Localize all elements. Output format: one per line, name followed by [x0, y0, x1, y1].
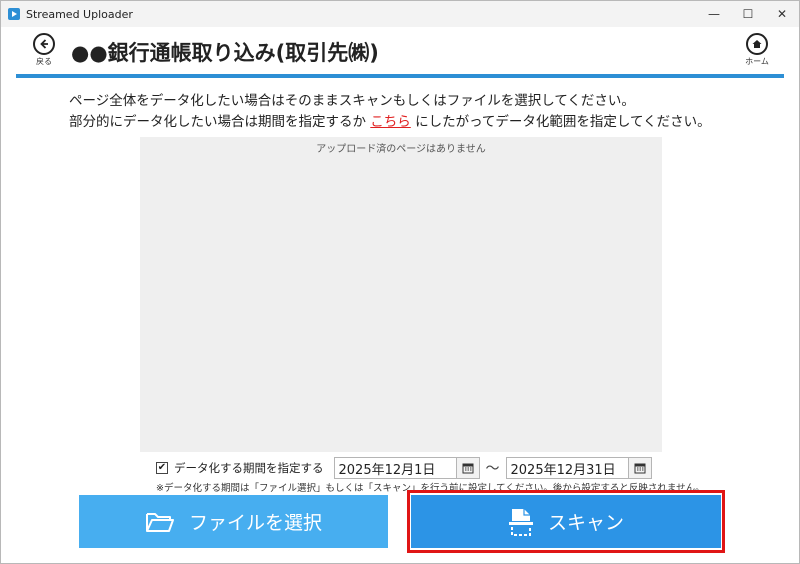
end-date-picker[interactable]: 2025年12月31日	[505, 457, 652, 479]
header-divider	[16, 74, 784, 78]
window-controls: — ☐ ✕	[697, 1, 799, 27]
scan-button[interactable]: スキャン	[411, 495, 721, 548]
start-date-picker[interactable]: 2025年12月1日	[333, 457, 480, 479]
home-icon	[746, 33, 768, 55]
page-header: 戻る ●●銀行通帳取り込み(取引先㈱) ホーム	[16, 27, 784, 79]
instruction-line-1: ページ全体をデータ化したい場合はそのままスキャンもしくはファイルを選択してくださ…	[69, 93, 635, 109]
select-file-label: ファイルを選択	[188, 512, 322, 534]
folder-icon	[145, 510, 175, 534]
instruction-line-2-before: 部分的にデータ化したい場合は期間を指定するか	[69, 114, 366, 130]
start-date-value[interactable]: 2025年12月1日	[335, 459, 456, 478]
back-label: 戻る	[36, 57, 52, 66]
home-label: ホーム	[745, 57, 769, 66]
title-bar: Streamed Uploader — ☐ ✕	[1, 1, 799, 27]
page-preview-area: アップロード済のページはありません	[140, 137, 662, 452]
minimize-button[interactable]: —	[697, 1, 731, 27]
date-range-label: データ化する期間を指定する	[174, 461, 324, 475]
date-range-row: ✔ データ化する期間を指定する 2025年12月1日 ～ 2025年12月31日	[156, 457, 652, 479]
instruction-line-2-after: にしたがってデータ化範囲を指定してください。	[415, 114, 711, 130]
range-help-link[interactable]: こちら	[370, 114, 411, 130]
instructions: ページ全体をデータ化したい場合はそのままスキャンもしくはファイルを選択してくださ…	[69, 91, 711, 133]
home-button[interactable]: ホーム	[742, 33, 772, 67]
back-arrow-icon	[33, 33, 55, 55]
checkmark-icon: ✔	[157, 462, 167, 473]
close-button[interactable]: ✕	[765, 1, 799, 27]
maximize-button[interactable]: ☐	[731, 1, 765, 27]
preview-empty-message: アップロード済のページはありません	[316, 144, 486, 155]
back-button[interactable]: 戻る	[30, 33, 58, 67]
calendar-icon[interactable]	[627, 458, 651, 478]
select-file-button[interactable]: ファイルを選択	[79, 495, 388, 548]
end-date-value[interactable]: 2025年12月31日	[507, 459, 628, 478]
scanner-icon	[508, 507, 534, 537]
date-range-checkbox[interactable]: ✔	[156, 462, 168, 474]
calendar-icon[interactable]	[455, 458, 479, 478]
app-logo-icon	[8, 8, 20, 20]
page-title: ●●銀行通帳取り込み(取引先㈱)	[71, 41, 379, 65]
date-separator: ～	[485, 461, 500, 477]
scan-label: スキャン	[547, 512, 624, 534]
instruction-line-2: 部分的にデータ化したい場合は期間を指定するか こちら にしたがってデータ化範囲を…	[69, 112, 711, 133]
app-window: Streamed Uploader — ☐ ✕ 戻る ●●銀行通帳取り込み(取引…	[0, 0, 800, 564]
window-title: Streamed Uploader	[26, 7, 133, 21]
